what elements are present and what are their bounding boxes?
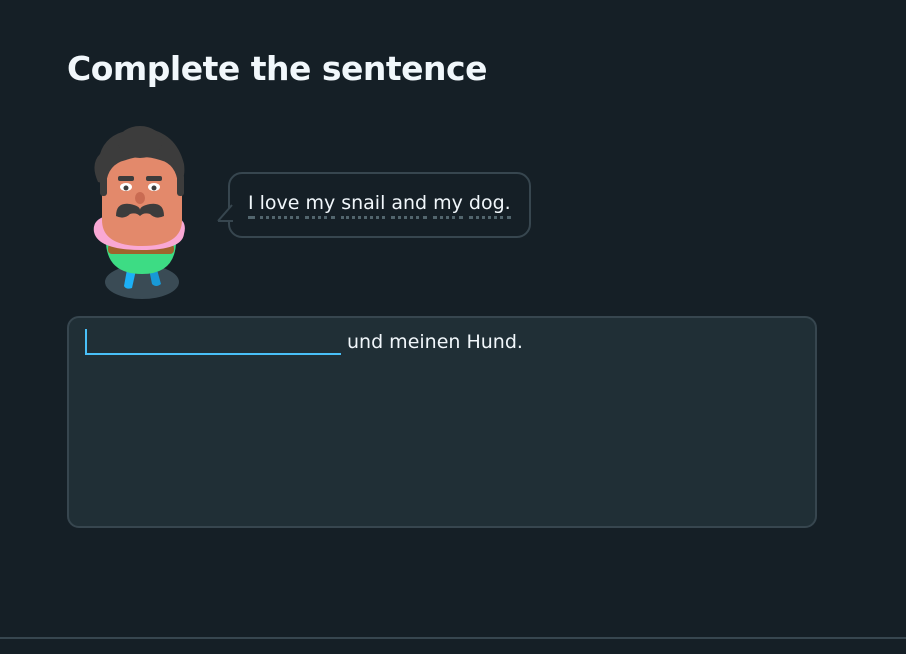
answer-panel: und meinen Hund. (67, 316, 817, 528)
hint-word[interactable]: my (433, 192, 463, 219)
challenge-page: Complete the sentence I love my snail an… (0, 0, 906, 654)
hint-word[interactable]: snail (341, 192, 386, 219)
sentence-suffix: und meinen Hund. (347, 331, 523, 353)
prompt-sentence: I love my snail and my dog. (248, 192, 511, 219)
footer-divider (0, 637, 906, 639)
speech-bubble-tail (217, 204, 235, 222)
hint-word[interactable]: dog. (468, 192, 511, 219)
hint-word[interactable]: I (248, 192, 254, 219)
speech-bubble: I love my snail and my dog. (217, 172, 531, 238)
hint-word[interactable]: and (391, 192, 428, 219)
answer-sentence: und meinen Hund. (85, 329, 523, 355)
blank-answer-input[interactable] (85, 329, 341, 355)
hint-word[interactable]: love (259, 192, 300, 219)
page-title: Complete the sentence (67, 49, 487, 88)
mustache-man-character-icon (86, 124, 190, 304)
hint-word[interactable]: my (305, 192, 336, 219)
